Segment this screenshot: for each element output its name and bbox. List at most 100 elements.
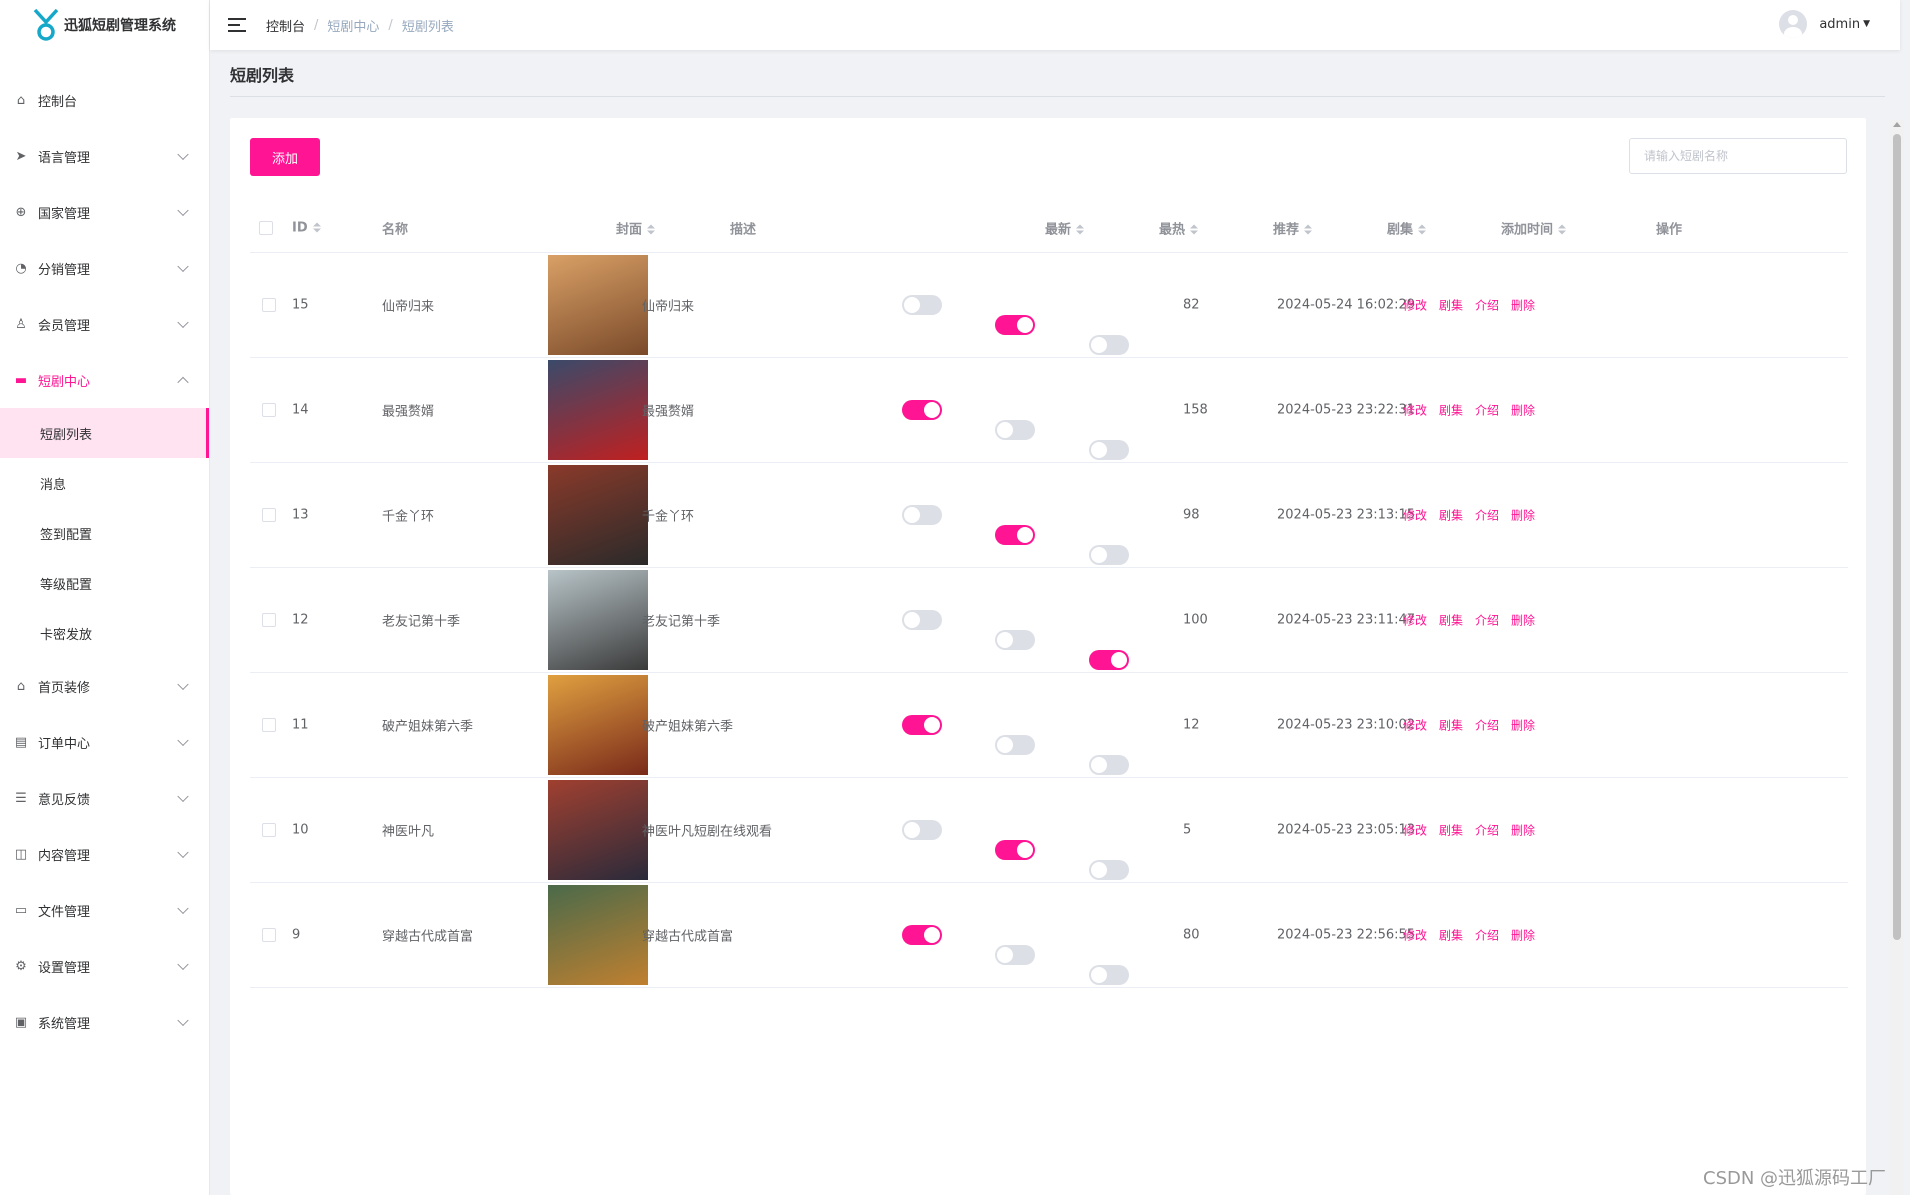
episodes-link[interactable]: 剧集 bbox=[1439, 614, 1463, 628]
header-added-time[interactable]: 添加时间 bbox=[1501, 218, 1567, 237]
recommend-toggle[interactable] bbox=[1089, 965, 1129, 985]
user-menu[interactable]: admin ▼ bbox=[1779, 10, 1870, 38]
cover-image[interactable] bbox=[548, 570, 648, 670]
hottest-toggle[interactable] bbox=[995, 840, 1035, 860]
edit-link[interactable]: 修改 bbox=[1403, 614, 1427, 628]
recommend-toggle[interactable] bbox=[1089, 440, 1129, 460]
delete-link[interactable]: 删除 bbox=[1511, 404, 1535, 418]
breadcrumb-dashboard[interactable]: 控制台 bbox=[266, 16, 305, 35]
sidebar-sub-level-config[interactable]: 等级配置 bbox=[0, 558, 209, 608]
vertical-scrollbar[interactable] bbox=[1890, 120, 1904, 1195]
header-cover[interactable]: 封面 bbox=[616, 218, 656, 237]
delete-link[interactable]: 删除 bbox=[1511, 929, 1535, 943]
hottest-toggle[interactable] bbox=[995, 420, 1035, 440]
row-checkbox[interactable] bbox=[262, 928, 276, 942]
edit-link[interactable]: 修改 bbox=[1403, 299, 1427, 313]
delete-link[interactable]: 删除 bbox=[1511, 719, 1535, 733]
cover-image[interactable] bbox=[548, 885, 648, 985]
cell-added-time: 2024-05-23 23:05:13 bbox=[1277, 822, 1416, 838]
sidebar-item-country[interactable]: ⊕ 国家管理 bbox=[0, 184, 209, 240]
sidebar-item-dashboard[interactable]: ⌂ 控制台 bbox=[0, 72, 209, 128]
sidebar-sub-checkin-config[interactable]: 签到配置 bbox=[0, 508, 209, 558]
sidebar-item-system[interactable]: ▣ 系统管理 bbox=[0, 994, 209, 1050]
hottest-toggle[interactable] bbox=[995, 315, 1035, 335]
sidebar-sub-card-issue[interactable]: 卡密发放 bbox=[0, 608, 209, 658]
sidebar-sub-drama-list[interactable]: 短剧列表 bbox=[0, 408, 209, 458]
sidebar-item-orders[interactable]: ▤ 订单中心 bbox=[0, 714, 209, 770]
recommend-toggle[interactable] bbox=[1089, 335, 1129, 355]
episodes-link[interactable]: 剧集 bbox=[1439, 929, 1463, 943]
sidebar-item-settings[interactable]: ⚙ 设置管理 bbox=[0, 938, 209, 994]
edit-link[interactable]: 修改 bbox=[1403, 509, 1427, 523]
add-button[interactable]: 添加 bbox=[250, 138, 320, 176]
newest-toggle[interactable] bbox=[902, 925, 942, 945]
intro-link[interactable]: 介绍 bbox=[1475, 509, 1499, 523]
cover-image[interactable] bbox=[548, 255, 648, 355]
hottest-toggle[interactable] bbox=[995, 630, 1035, 650]
delete-link[interactable]: 删除 bbox=[1511, 614, 1535, 628]
sidebar-item-drama-center[interactable]: ▬ 短剧中心 bbox=[0, 352, 209, 408]
recommend-toggle[interactable] bbox=[1089, 860, 1129, 880]
intro-link[interactable]: 介绍 bbox=[1475, 299, 1499, 313]
header-episodes[interactable]: 剧集 bbox=[1387, 218, 1427, 237]
scrollbar-thumb[interactable] bbox=[1893, 134, 1901, 940]
newest-toggle[interactable] bbox=[902, 715, 942, 735]
select-all-checkbox[interactable] bbox=[259, 220, 273, 235]
header-recommend[interactable]: 推荐 bbox=[1273, 218, 1313, 237]
hottest-toggle[interactable] bbox=[995, 735, 1035, 755]
row-checkbox[interactable] bbox=[262, 823, 276, 837]
newest-toggle[interactable] bbox=[902, 400, 942, 420]
episodes-link[interactable]: 剧集 bbox=[1439, 299, 1463, 313]
edit-link[interactable]: 修改 bbox=[1403, 824, 1427, 838]
sidebar-item-distribution[interactable]: ◔ 分销管理 bbox=[0, 240, 209, 296]
intro-link[interactable]: 介绍 bbox=[1475, 614, 1499, 628]
cover-image[interactable] bbox=[548, 360, 648, 460]
intro-link[interactable]: 介绍 bbox=[1475, 719, 1499, 733]
newest-toggle[interactable] bbox=[902, 610, 942, 630]
sidebar-sub-messages[interactable]: 消息 bbox=[0, 458, 209, 508]
sidebar-item-home-decor[interactable]: ⌂ 首页装修 bbox=[0, 658, 209, 714]
episodes-link[interactable]: 剧集 bbox=[1439, 719, 1463, 733]
episodes-link[interactable]: 剧集 bbox=[1439, 404, 1463, 418]
recommend-toggle[interactable] bbox=[1089, 650, 1129, 670]
row-checkbox[interactable] bbox=[262, 718, 276, 732]
header-id[interactable]: ID bbox=[292, 220, 321, 235]
header-hottest[interactable]: 最热 bbox=[1159, 218, 1199, 237]
intro-link[interactable]: 介绍 bbox=[1475, 404, 1499, 418]
newest-toggle[interactable] bbox=[902, 295, 942, 315]
hottest-toggle[interactable] bbox=[995, 945, 1035, 965]
row-checkbox[interactable] bbox=[262, 508, 276, 522]
delete-link[interactable]: 删除 bbox=[1511, 824, 1535, 838]
sidebar-item-content[interactable]: ◫ 内容管理 bbox=[0, 826, 209, 882]
cover-image[interactable] bbox=[548, 675, 648, 775]
header-newest[interactable]: 最新 bbox=[1045, 218, 1085, 237]
cover-image[interactable] bbox=[548, 465, 648, 565]
edit-link[interactable]: 修改 bbox=[1403, 719, 1427, 733]
breadcrumb-separator: / bbox=[314, 17, 319, 33]
row-checkbox[interactable] bbox=[262, 613, 276, 627]
newest-toggle[interactable] bbox=[902, 820, 942, 840]
newest-toggle[interactable] bbox=[902, 505, 942, 525]
edit-link[interactable]: 修改 bbox=[1403, 404, 1427, 418]
sidebar-item-language[interactable]: ➤ 语言管理 bbox=[0, 128, 209, 184]
menu-toggle-icon[interactable] bbox=[228, 18, 246, 32]
scroll-up-arrow-icon[interactable] bbox=[1893, 122, 1901, 127]
edit-link[interactable]: 修改 bbox=[1403, 929, 1427, 943]
recommend-toggle[interactable] bbox=[1089, 545, 1129, 565]
row-checkbox[interactable] bbox=[262, 298, 276, 312]
cover-image[interactable] bbox=[548, 780, 648, 880]
hottest-toggle[interactable] bbox=[995, 525, 1035, 545]
sort-icon bbox=[1190, 224, 1199, 235]
intro-link[interactable]: 介绍 bbox=[1475, 929, 1499, 943]
recommend-toggle[interactable] bbox=[1089, 755, 1129, 775]
sidebar-item-members[interactable]: ♙ 会员管理 bbox=[0, 296, 209, 352]
row-checkbox[interactable] bbox=[262, 403, 276, 417]
intro-link[interactable]: 介绍 bbox=[1475, 824, 1499, 838]
sidebar-item-files[interactable]: ▭ 文件管理 bbox=[0, 882, 209, 938]
episodes-link[interactable]: 剧集 bbox=[1439, 824, 1463, 838]
delete-link[interactable]: 删除 bbox=[1511, 509, 1535, 523]
search-input[interactable] bbox=[1629, 138, 1847, 174]
sidebar-item-feedback[interactable]: ☰ 意见反馈 bbox=[0, 770, 209, 826]
delete-link[interactable]: 删除 bbox=[1511, 299, 1535, 313]
episodes-link[interactable]: 剧集 bbox=[1439, 509, 1463, 523]
